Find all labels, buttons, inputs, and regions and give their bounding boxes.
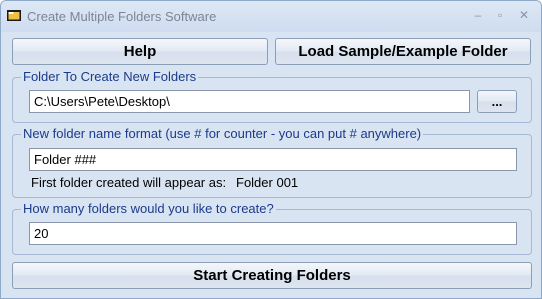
help-button[interactable]: Help bbox=[12, 38, 268, 65]
start-creating-folders-button[interactable]: Start Creating Folders bbox=[12, 262, 532, 289]
folder-count-group-title: How many folders would you like to creat… bbox=[21, 201, 276, 216]
title-bar[interactable]: Create Multiple Folders Software – ▫ ✕ bbox=[1, 1, 541, 32]
app-window: Create Multiple Folders Software – ▫ ✕ H… bbox=[0, 0, 542, 299]
load-sample-folder-button[interactable]: Load Sample/Example Folder bbox=[275, 38, 531, 65]
browse-folder-button[interactable]: ... bbox=[477, 90, 517, 113]
folder-group-title: Folder To Create New Folders bbox=[21, 69, 199, 84]
name-format-input[interactable]: Folder ### bbox=[29, 148, 517, 171]
client-area: Help Load Sample/Example Folder Folder T… bbox=[5, 32, 537, 294]
folder-count-input[interactable]: 20 bbox=[29, 222, 517, 245]
preview-value: Folder 001 bbox=[236, 175, 299, 190]
minimize-icon[interactable]: – bbox=[469, 7, 487, 23]
folder-app-icon bbox=[7, 10, 21, 21]
preview-label: First folder created will appear as: bbox=[31, 175, 227, 190]
folder-path-input[interactable]: C:\Users\Pete\Desktop\ bbox=[29, 90, 470, 113]
name-format-group-title: New folder name format (use # for counte… bbox=[21, 126, 424, 141]
folder-count-group: How many folders would you like to creat… bbox=[12, 201, 532, 255]
name-format-group: New folder name format (use # for counte… bbox=[12, 126, 532, 198]
window-title: Create Multiple Folders Software bbox=[27, 9, 217, 24]
close-icon[interactable]: ✕ bbox=[515, 7, 533, 23]
maximize-icon[interactable]: ▫ bbox=[491, 7, 509, 23]
folder-group: Folder To Create New Folders C:\Users\Pe… bbox=[12, 69, 532, 123]
